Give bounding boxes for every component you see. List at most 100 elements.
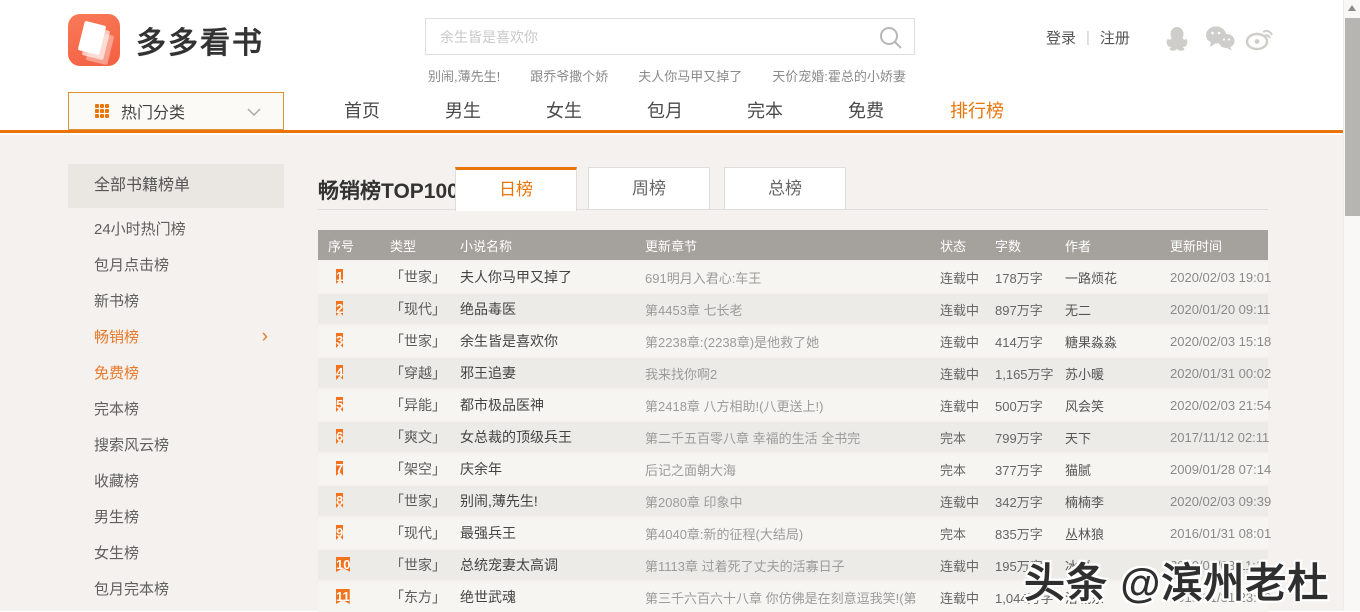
sidebar-item-finished[interactable]: 完本榜: [68, 392, 284, 428]
sidebar-item-label: 畅销榜: [94, 329, 139, 346]
book-title-link[interactable]: 余生皆是喜欢你: [460, 331, 645, 351]
status-cell: 连载中: [940, 332, 995, 351]
table-row: 4 「穿越」 邪王追妻 我来找你啊2 连载中 1,165万字 苏小暖 2020/…: [318, 358, 1268, 388]
sidebar-item-male[interactable]: 男生榜: [68, 500, 284, 536]
nav-item-monthly[interactable]: 包月: [647, 92, 683, 130]
col-header-author: 作者: [1065, 236, 1170, 255]
author-cell: 丛林狼: [1065, 524, 1170, 543]
hot-search-link[interactable]: 别闹,薄先生!: [428, 66, 500, 85]
chapter-link[interactable]: 第2418章 八方相助!(八更送上!): [645, 396, 940, 415]
scroll-up-arrow-icon[interactable]: [1348, 5, 1356, 11]
wechat-icon[interactable]: [1205, 25, 1235, 51]
wordcount-cell: 342万字: [995, 492, 1065, 511]
status-cell: 连载中: [940, 300, 995, 319]
rank-cell: 5: [328, 395, 390, 415]
table-row: 5 「异能」 都市极品医神 第2418章 八方相助!(八更送上!) 连载中 50…: [318, 390, 1268, 420]
table-row: 1 「世家」 夫人你马甲又掉了 691明月入君心:车王 连载中 178万字 一路…: [318, 262, 1268, 292]
chapter-link[interactable]: 第二千五百零八章 幸福的生活 全书完: [645, 428, 940, 447]
rank-badge: 2: [336, 301, 343, 316]
sidebar-item-favorites[interactable]: 收藏榜: [68, 464, 284, 500]
table-header: 序号 类型 小说名称 更新章节 状态 字数 作者 更新时间: [318, 230, 1268, 260]
type-cell: 「架空」: [390, 459, 460, 479]
table-row: 8 「世家」 别闹,薄先生! 第2080章 印象中 连载中 342万字 楠楠李 …: [318, 486, 1268, 516]
type-cell: 「穿越」: [390, 363, 460, 383]
nav-item-free[interactable]: 免费: [848, 92, 884, 130]
hot-search-links: 别闹,薄先生! 跟乔爷撒个娇 夫人你马甲又掉了 天价宠婚:霍总的小娇妻: [428, 66, 906, 85]
chapter-link[interactable]: 第三千六百六十八章 你仿佛是在刻意逗我笑!(第: [645, 588, 940, 607]
status-cell: 连载中: [940, 556, 995, 575]
updated-cell: 2020/02/03 21:54: [1170, 398, 1268, 413]
tab-total[interactable]: 总榜: [724, 167, 846, 210]
scrollbar-thumb[interactable]: [1345, 18, 1360, 216]
site-logo[interactable]: 多多看书: [68, 14, 264, 66]
nav-item-male[interactable]: 男生: [445, 92, 481, 130]
hot-search-link[interactable]: 跟乔爷撒个娇: [530, 66, 608, 85]
chapter-link[interactable]: 第4453章 七长老: [645, 300, 940, 319]
tab-daily[interactable]: 日榜: [455, 167, 577, 211]
rank-cell: 11: [328, 587, 390, 607]
wordcount-cell: 414万字: [995, 332, 1065, 351]
rank-cell: 9: [328, 523, 390, 543]
book-title-link[interactable]: 绝世武魂: [460, 587, 645, 607]
updated-cell: 2020/02/03 15:18: [1170, 334, 1268, 349]
sidebar-item-monthly-clicks[interactable]: 包月点击榜: [68, 248, 284, 284]
register-link[interactable]: 注册: [1100, 27, 1130, 48]
site-title: 多多看书: [136, 18, 264, 62]
hot-search-link[interactable]: 夫人你马甲又掉了: [638, 66, 742, 85]
login-link[interactable]: 登录: [1046, 27, 1076, 48]
hot-search-link[interactable]: 天价宠婚:霍总的小娇妻: [772, 66, 906, 85]
nav-item-female[interactable]: 女生: [546, 92, 582, 130]
rank-cell: 2: [328, 299, 390, 319]
nav-item-home[interactable]: 首页: [344, 92, 380, 130]
sidebar-item-female[interactable]: 女生榜: [68, 536, 284, 572]
book-title-link[interactable]: 都市极品医神: [460, 395, 645, 415]
wordcount-cell: 178万字: [995, 268, 1065, 287]
divider: |: [1086, 29, 1090, 46]
chapter-link[interactable]: 第2238章:(2238章)是他救了她: [645, 332, 940, 351]
nav-item-rankings[interactable]: 排行榜: [950, 92, 1004, 130]
author-cell: 苏小暖: [1065, 364, 1170, 383]
sidebar-item-free[interactable]: 免费榜: [68, 356, 284, 392]
updated-cell: 2020/02/03 09:39: [1170, 494, 1268, 509]
rank-cell: 7: [328, 459, 390, 479]
updated-cell: 2020/01/20 09:11: [1170, 302, 1268, 317]
book-title-link[interactable]: 邪王追妻: [460, 363, 645, 383]
weibo-icon[interactable]: [1246, 25, 1274, 51]
sidebar-item-bestsellers[interactable]: 畅销榜 ›: [68, 320, 284, 356]
sidebar-item-search-trend[interactable]: 搜索风云榜: [68, 428, 284, 464]
chapter-link[interactable]: 我来找你啊2: [645, 364, 940, 383]
rank-badge: 7: [336, 461, 343, 476]
sidebar-item-24h-hot[interactable]: 24小时热门榜: [68, 212, 284, 248]
chapter-link[interactable]: 后记之面朝大海: [645, 460, 940, 479]
author-cell: 楠楠李: [1065, 492, 1170, 511]
author-cell: 风会笑: [1065, 396, 1170, 415]
type-cell: 「世家」: [390, 267, 460, 287]
book-title-link[interactable]: 最强兵王: [460, 523, 645, 543]
browser-scrollbar[interactable]: [1343, 0, 1360, 611]
book-title-link[interactable]: 绝品毒医: [460, 299, 645, 319]
ranking-tabs: 畅销榜TOP100 日榜 周榜 总榜: [318, 167, 1268, 210]
chapter-link[interactable]: 第4040章:新的征程(大结局): [645, 524, 940, 543]
book-title-link[interactable]: 庆余年: [460, 459, 645, 479]
chapter-link[interactable]: 691明月入君心:车王: [645, 268, 940, 287]
search-input[interactable]: [426, 19, 914, 54]
tab-weekly[interactable]: 周榜: [588, 167, 710, 210]
book-title-link[interactable]: 总统宠妻太高调: [460, 555, 645, 575]
author-cell: 猫腻: [1065, 460, 1170, 479]
chapter-link[interactable]: 第2080章 印象中: [645, 492, 940, 511]
chapter-link[interactable]: 第1113章 过着死了丈夫的活寡日子: [645, 556, 940, 575]
qq-icon[interactable]: [1165, 25, 1189, 51]
book-title-link[interactable]: 女总裁的顶级兵王: [460, 427, 645, 447]
type-cell: 「现代」: [390, 523, 460, 543]
sidebar-item-new-books[interactable]: 新书榜: [68, 284, 284, 320]
col-header-status: 状态: [940, 236, 995, 255]
toutiao-watermark: 头条 @滨州老杜: [1024, 549, 1329, 609]
user-links: 登录 | 注册: [1046, 27, 1130, 48]
search-icon[interactable]: [878, 25, 904, 51]
book-title-link[interactable]: 夫人你马甲又掉了: [460, 267, 645, 287]
col-header-type: 类型: [390, 236, 460, 255]
ranking-title: 畅销榜TOP100: [318, 175, 459, 205]
nav-item-finished[interactable]: 完本: [747, 92, 783, 130]
sidebar-item-monthly-finished[interactable]: 包月完本榜: [68, 572, 284, 608]
book-title-link[interactable]: 别闹,薄先生!: [460, 491, 645, 511]
